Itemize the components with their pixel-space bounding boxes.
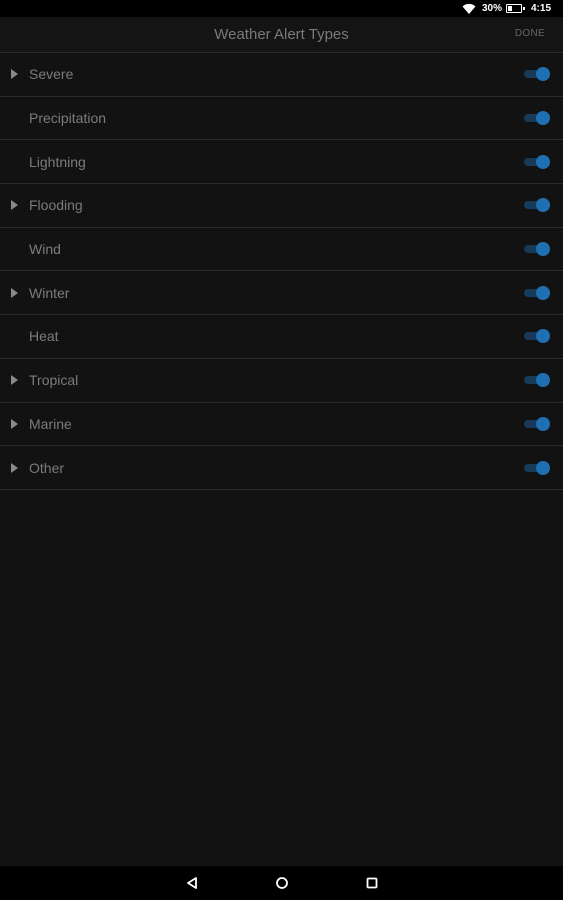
other-toggle[interactable] [522,460,550,475]
status-bar: 30% 4:15 [0,0,563,17]
alert-label: Wind [29,241,61,258]
lightning-toggle[interactable] [522,154,550,169]
header: Weather Alert Types DONE [0,17,563,53]
alert-label: Winter [29,284,70,301]
tropical-toggle[interactable] [522,373,550,388]
home-circle-icon[interactable] [275,876,289,890]
alert-label: Flooding [29,197,83,214]
alert-label: Tropical [29,372,79,389]
alert-row-heat[interactable]: Heat [0,315,563,359]
wind-toggle[interactable] [522,242,550,257]
expand-arrow-icon[interactable] [11,287,18,298]
flooding-toggle[interactable] [522,198,550,213]
expand-arrow-icon[interactable] [11,200,18,211]
expand-arrow-icon[interactable] [11,418,18,429]
alert-row-lightning[interactable]: Lightning [0,140,563,185]
navigation-bar [0,866,563,900]
recents-square-icon[interactable] [365,876,379,890]
page-title: Weather Alert Types [214,26,349,43]
precipitation-toggle[interactable] [522,111,550,126]
expand-arrow-icon[interactable] [11,375,18,386]
severe-toggle[interactable] [522,67,550,82]
alert-label: Marine [29,415,72,432]
alert-row-wind[interactable]: Wind [0,228,563,272]
alert-label: Severe [29,66,74,83]
back-triangle-icon[interactable] [185,876,199,890]
alert-row-other[interactable]: Other [0,446,563,490]
alert-row-tropical[interactable]: Tropical [0,359,563,403]
alert-label: Other [29,459,65,476]
alert-row-severe[interactable]: Severe [0,53,563,97]
battery-charging-icon [505,4,525,13]
heat-toggle[interactable] [522,329,550,344]
clock: 4:15 [530,3,551,14]
alert-type-list: Severe Precipitation Lightning Flooding … [0,53,563,490]
battery-percent: 30% [481,3,502,14]
expand-arrow-icon[interactable] [11,69,18,80]
alert-label: Precipitation [29,110,107,127]
done-button[interactable]: DONE [515,17,545,53]
expand-arrow-icon[interactable] [11,462,18,473]
alert-row-winter[interactable]: Winter [0,271,563,316]
winter-toggle[interactable] [522,285,550,300]
marine-toggle[interactable] [522,416,550,431]
alert-label: Lightning [29,153,86,170]
alert-label: Heat [29,328,59,345]
screen: 30% 4:15 Weather Alert Types DONE Severe… [0,0,563,900]
alert-row-precipitation[interactable]: Precipitation [0,97,563,141]
alert-row-marine[interactable]: Marine [0,403,563,447]
alert-row-flooding[interactable]: Flooding [0,184,563,228]
wifi-icon [462,3,476,14]
